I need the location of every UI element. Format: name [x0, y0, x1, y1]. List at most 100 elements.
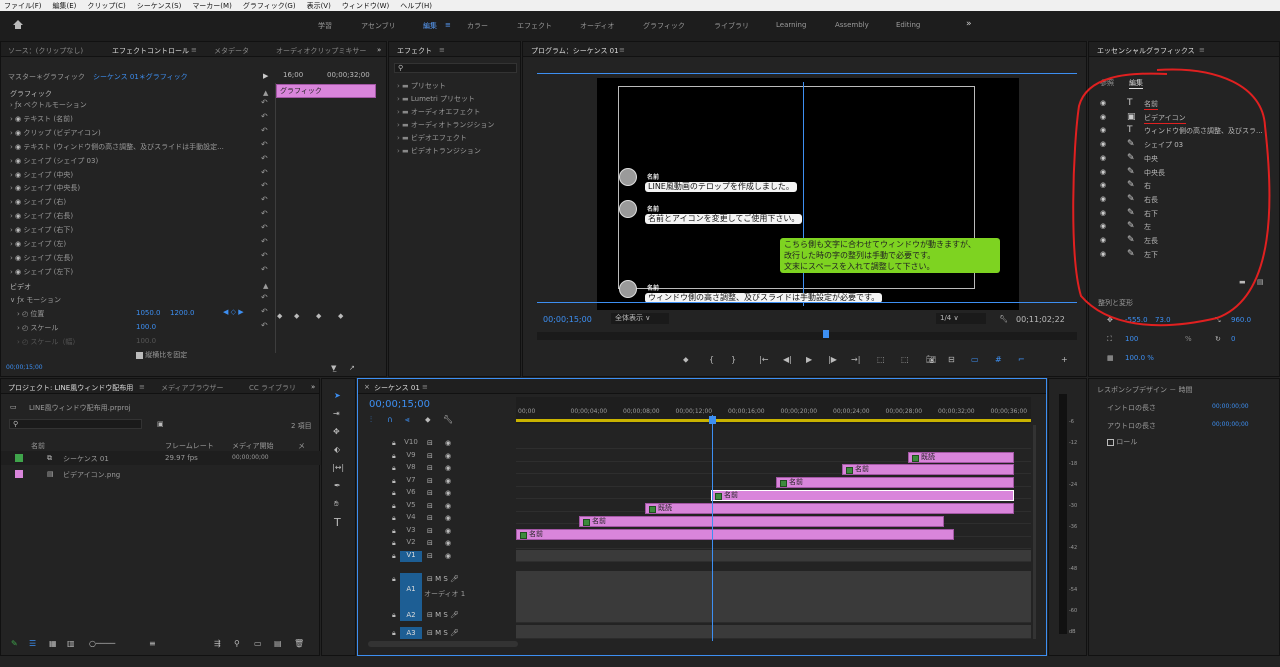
keyframe-diamond-icon[interactable]: ◆ — [277, 312, 282, 320]
ws-audio[interactable]: オーディオ — [580, 21, 615, 31]
effect-folder[interactable]: › ▬ ビデオエフェクト — [397, 133, 467, 143]
track-label[interactable]: V3 — [400, 526, 422, 537]
timeline-clip[interactable]: 名前 — [776, 477, 1014, 488]
ws-editing-en[interactable]: Editing — [896, 21, 920, 29]
track-label[interactable]: V4 — [400, 513, 422, 524]
new-bin-icon[interactable]: ▭ — [254, 639, 262, 648]
wrench-icon[interactable]: 🔧︎ — [999, 315, 1008, 323]
track-label[interactable]: V1 — [400, 550, 422, 562]
effect-folder[interactable]: › ▬ Lumetri プリセット — [397, 94, 475, 104]
timeline-scrollbar[interactable] — [1033, 425, 1036, 639]
eg-rotation[interactable]: 0 — [1231, 335, 1235, 343]
effect-folder[interactable]: › ▬ ビデオトランジション — [397, 146, 481, 156]
linked-selection-icon[interactable]: ⫷ — [405, 415, 410, 425]
program-scrub-bar[interactable] — [537, 330, 1077, 340]
ws-graphics[interactable]: グラフィック — [643, 21, 685, 31]
ec-clip-bar[interactable]: グラフィック — [276, 84, 376, 98]
selection-tool-icon[interactable]: ➤ — [334, 391, 341, 400]
ws-color[interactable]: カラー — [467, 21, 488, 31]
menu-marker[interactable]: マーカー(M) — [192, 1, 232, 11]
ws-edit[interactable]: 編集 — [423, 21, 437, 31]
sync-lock-icon[interactable]: ⊟ — [427, 502, 433, 510]
export-frame-icon[interactable]: 📷︎ — [926, 355, 936, 364]
timeline-clip[interactable]: 名前 — [842, 464, 1014, 475]
video-track[interactable] — [516, 437, 1031, 449]
menu-file[interactable]: ファイル(F) — [4, 1, 42, 11]
eg-menu-icon[interactable]: ≡ — [1199, 46, 1205, 54]
lock-icon[interactable]: 🔒︎ — [392, 539, 396, 548]
tab-media-browser[interactable]: メディアブラウザー — [161, 383, 224, 393]
eye-icon[interactable]: ◉ — [445, 452, 451, 460]
ws-learn[interactable]: 学習 — [318, 21, 332, 31]
lock-icon[interactable]: 🔒︎ — [392, 611, 396, 620]
snap-icon[interactable]: ∩ — [387, 415, 393, 424]
mark-in-icon[interactable]: { — [709, 355, 714, 364]
sequence-clip-select[interactable]: シーケンス 01＊グラフィック — [93, 72, 188, 82]
timeline-timecode[interactable]: 00;00;15;00 — [369, 399, 430, 410]
track-label[interactable]: V9 — [400, 451, 422, 462]
timeline-clip[interactable]: 名前 — [711, 490, 1014, 501]
tab-source[interactable]: ソース：(クリップなし) — [8, 46, 83, 56]
ws-learning[interactable]: Learning — [776, 21, 806, 29]
eye-icon[interactable]: ◉ — [445, 477, 451, 485]
track-label[interactable]: V2 — [400, 538, 422, 549]
grid-icon[interactable]: # — [995, 355, 1002, 364]
menu-graphics[interactable]: グラフィック(G) — [243, 1, 296, 11]
guides-icon[interactable]: ⌐ — [1018, 355, 1025, 364]
time-ruler[interactable]: 00;00 00;00;04;00 00;00;08;00 00;00;12;00 00… — [516, 397, 1031, 424]
ec-layer-row[interactable]: › ◉ テキスト (名前) — [10, 114, 73, 124]
keyframe-diamond-icon[interactable]: ◆ — [316, 312, 321, 320]
sync-lock-icon[interactable]: ⊟ — [427, 514, 433, 522]
razor-icon[interactable]: ⬖ — [334, 445, 340, 454]
scale-value[interactable]: 100.0 — [136, 323, 156, 331]
reset-icon[interactable]: ↶ — [261, 98, 268, 107]
track-label[interactable]: A3 — [400, 627, 422, 639]
ec-layer-row[interactable]: › ◉ クリップ (ビデアイコン) — [10, 128, 101, 138]
eye-icon[interactable]: ◉ — [445, 489, 451, 497]
col-name[interactable]: 名前 — [31, 441, 45, 451]
keyframe-diamond-icon[interactable]: ◆ — [338, 312, 343, 320]
reset-icon[interactable]: ↶ — [261, 223, 268, 232]
ec-layer-row[interactable]: › ◉ シェイプ (右長) — [10, 211, 73, 221]
go-to-in-icon[interactable]: |← — [759, 355, 768, 364]
sync-lock-icon[interactable]: ⊟ — [427, 489, 433, 497]
ec-layer-row[interactable]: › ◉ シェイプ (右下) — [10, 225, 73, 235]
sync-lock-icon[interactable]: ⊟ — [427, 477, 433, 485]
lock-icon[interactable]: 🔒︎ — [392, 489, 396, 498]
timeline-clip[interactable]: 既読 — [908, 452, 1014, 463]
intro-value[interactable]: 00;00;00;00 — [1212, 403, 1249, 410]
timeline-menu-icon[interactable]: ≡ — [422, 383, 428, 391]
lock-icon[interactable]: 🔒︎ — [392, 514, 396, 523]
playhead-marker[interactable] — [823, 330, 829, 338]
track-label[interactable]: V10 — [400, 438, 422, 449]
track-label[interactable]: A2 — [400, 609, 422, 621]
project-row[interactable]: ⧉ シーケンス 01 29.97 fps 00;00;00;00 — [1, 451, 321, 465]
motion-row[interactable]: ∨ ƒx モーション — [10, 295, 61, 305]
icon-view-icon[interactable]: ▦ — [49, 639, 57, 648]
more-tabs-icon[interactable]: » — [377, 46, 381, 54]
reset-scale-icon[interactable]: ↶ — [261, 321, 268, 330]
eye-icon[interactable]: ◉ — [445, 439, 451, 447]
lock-icon[interactable]: 🔒︎ — [392, 439, 396, 448]
slip-icon[interactable]: |↔| — [332, 463, 344, 472]
timeline-tab[interactable]: シーケンス 01 — [374, 383, 420, 393]
sync-lock-icon[interactable]: ⊟ — [427, 452, 433, 460]
track-label[interactable]: V7 — [400, 476, 422, 487]
timeline-clip[interactable]: 既読 — [645, 503, 1014, 514]
sync-lock-icon[interactable]: ⊟ — [427, 552, 433, 560]
menu-help[interactable]: ヘルプ(H) — [400, 1, 432, 11]
freeform-view-icon[interactable]: ▥ — [67, 639, 75, 648]
sync-lock-icon[interactable]: ⊟ — [427, 439, 433, 447]
button-editor-icon[interactable]: + — [1061, 355, 1068, 364]
find-icon[interactable]: ⚲ — [234, 639, 240, 648]
settings-wrench-icon[interactable]: 🔧︎ — [443, 415, 453, 424]
effect-folder[interactable]: › ▬ オーディオトランジション — [397, 120, 494, 130]
ws-assembly[interactable]: アセンブリ — [361, 21, 396, 31]
menu-window[interactable]: ウィンドウ(W) — [342, 1, 389, 11]
nest-icon[interactable]: ⫶ — [370, 415, 372, 425]
ws-menu-icon[interactable]: ≡ — [445, 21, 451, 29]
ec-layer-row[interactable]: › ◉ シェイプ (中央長) — [10, 183, 80, 193]
eye-icon[interactable]: ◉ — [445, 539, 451, 547]
lock-icon[interactable]: 🔒︎ — [392, 552, 396, 561]
filter-icon[interactable]: ▼̲ — [331, 364, 336, 372]
